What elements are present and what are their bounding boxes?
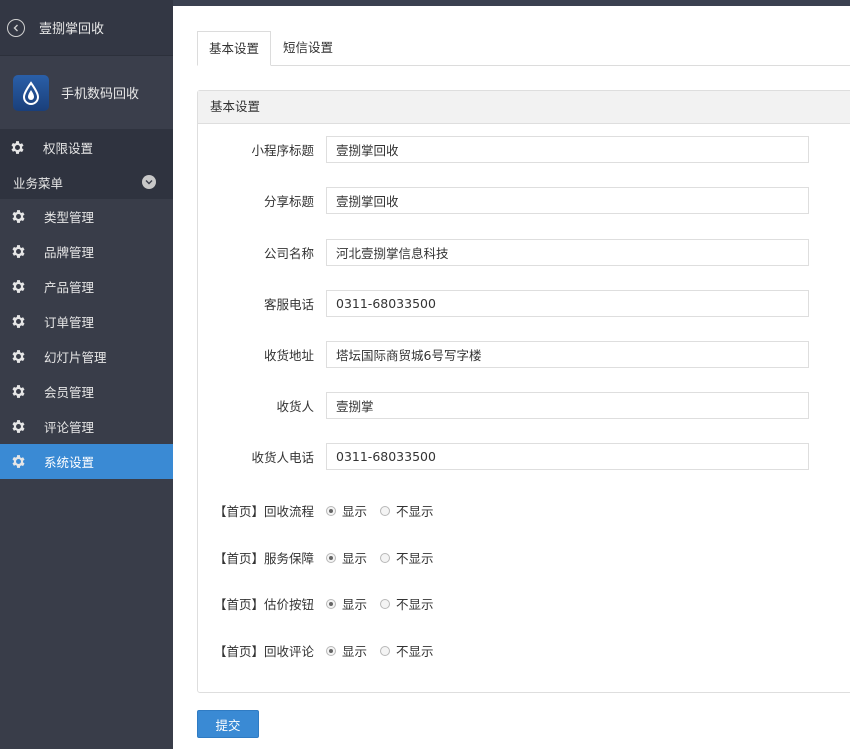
gear-icon — [12, 245, 25, 258]
radio-label: 不显示 — [396, 597, 434, 612]
radio-dot[interactable] — [326, 598, 336, 609]
tab-sms-settings[interactable]: 短信设置 — [271, 31, 345, 66]
toggle-label: 【首页】服务保障 — [213, 551, 314, 566]
radio-dot[interactable] — [380, 598, 391, 609]
sidebar-item-label: 评论管理 — [44, 420, 95, 435]
radio-show[interactable]: 显示 — [326, 501, 367, 520]
field-label: 收货人 — [276, 399, 314, 414]
settings-panel: 基本设置 小程序标题分享标题公司名称客服电话收货地址收货人收货人电话【首页】回收… — [197, 90, 850, 693]
main-content: 基本设置 短信设置 基本设置 小程序标题分享标题公司名称客服电话收货地址收货人收… — [173, 6, 850, 749]
gear-icon — [12, 350, 25, 363]
toggle-row: 【首页】回收流程 显示 不显示 — [198, 501, 447, 520]
sidebar-item[interactable]: 品牌管理 — [0, 234, 173, 269]
form-row: 收货人电话 — [198, 443, 809, 470]
sidebar-item-label: 幻灯片管理 — [44, 350, 107, 365]
sidebar-group-business[interactable]: 业务菜单 — [0, 165, 173, 199]
sidebar-item-label: 订单管理 — [44, 315, 95, 330]
text-field[interactable] — [326, 341, 809, 368]
text-field[interactable] — [326, 239, 809, 266]
sidebar-item[interactable]: 订单管理 — [0, 304, 173, 339]
submit-button[interactable]: 提交 — [197, 710, 259, 738]
radio-dot[interactable] — [380, 505, 391, 516]
radio-hide[interactable]: 不显示 — [380, 548, 434, 567]
tab-basic-settings[interactable]: 基本设置 — [197, 31, 271, 66]
radio-show[interactable]: 显示 — [326, 548, 367, 567]
back-title: 壹捌掌回收 — [39, 22, 105, 37]
text-field[interactable] — [326, 392, 809, 419]
sidebar-group-label: 业务菜单 — [13, 175, 64, 191]
text-field[interactable] — [326, 136, 809, 163]
sidebar-item-permissions[interactable]: 权限设置 — [0, 129, 173, 165]
form-row: 分享标题 — [198, 187, 809, 214]
field-label: 收货地址 — [263, 348, 314, 363]
sidebar: 壹捌掌回收 手机数码回收 权限设置 业务菜单 类型管理品牌管理产品管理订单管理幻… — [0, 0, 173, 749]
radio-label: 显示 — [342, 644, 368, 659]
back-header[interactable]: 壹捌掌回收 — [0, 0, 173, 56]
sidebar-item[interactable]: 类型管理 — [0, 199, 173, 234]
radio-hide[interactable]: 不显示 — [380, 501, 434, 520]
app-name: 手机数码回收 — [61, 87, 140, 102]
sidebar-item[interactable]: 幻灯片管理 — [0, 339, 173, 374]
toggle-row: 【首页】服务保障 显示 不显示 — [198, 548, 447, 567]
radio-label: 显示 — [342, 597, 368, 612]
field-label: 公司名称 — [263, 246, 314, 261]
sidebar-item[interactable]: 产品管理 — [0, 269, 173, 304]
panel-title: 基本设置 — [198, 91, 850, 124]
form-row: 收货地址 — [198, 341, 809, 368]
gear-icon — [12, 455, 25, 468]
sidebar-item[interactable]: 评论管理 — [0, 409, 173, 444]
radio-dot[interactable] — [326, 505, 336, 516]
chevron-down-icon[interactable] — [142, 175, 156, 189]
gear-icon — [12, 420, 25, 433]
radio-dot[interactable] — [380, 645, 391, 656]
form-row: 客服电话 — [198, 290, 809, 317]
field-label: 分享标题 — [263, 194, 314, 209]
gear-icon — [11, 140, 24, 154]
gear-icon — [12, 280, 25, 293]
toggle-row: 【首页】回收评论 显示 不显示 — [198, 641, 447, 660]
text-field[interactable] — [326, 443, 809, 470]
radio-label: 不显示 — [396, 551, 434, 566]
back-arrow-icon[interactable] — [7, 18, 25, 37]
toggle-label: 【首页】估价按钮 — [213, 597, 314, 612]
toggle-label: 【首页】回收评论 — [213, 644, 314, 659]
app-header: 手机数码回收 — [0, 56, 173, 129]
field-label: 小程序标题 — [251, 143, 314, 158]
radio-dot[interactable] — [326, 645, 336, 656]
app-logo-icon — [13, 74, 49, 111]
radio-dot[interactable] — [326, 552, 336, 563]
sidebar-item-label: 品牌管理 — [44, 245, 95, 260]
form-row: 公司名称 — [198, 239, 809, 266]
radio-show[interactable]: 显示 — [326, 594, 367, 613]
field-label: 客服电话 — [263, 297, 314, 312]
radio-show[interactable]: 显示 — [326, 641, 367, 660]
text-field[interactable] — [326, 290, 809, 317]
radio-label: 显示 — [342, 504, 368, 519]
radio-dot[interactable] — [380, 552, 391, 563]
radio-label: 显示 — [342, 551, 368, 566]
sidebar-item-label: 系统设置 — [44, 455, 95, 470]
sidebar-item[interactable]: 系统设置 — [0, 444, 173, 479]
text-field[interactable] — [326, 187, 809, 214]
sidebar-item-label: 权限设置 — [43, 140, 94, 156]
sidebar-item-label: 类型管理 — [44, 210, 95, 225]
radio-label: 不显示 — [396, 644, 434, 659]
toggle-row: 【首页】估价按钮 显示 不显示 — [198, 594, 447, 613]
form-row: 收货人 — [198, 392, 809, 419]
gear-icon — [12, 210, 25, 223]
gear-icon — [12, 315, 25, 328]
radio-label: 不显示 — [396, 504, 434, 519]
toggle-label: 【首页】回收流程 — [213, 504, 314, 519]
field-label: 收货人电话 — [251, 450, 314, 465]
sidebar-item[interactable]: 会员管理 — [0, 374, 173, 409]
radio-hide[interactable]: 不显示 — [380, 641, 434, 660]
sidebar-item-label: 会员管理 — [44, 385, 95, 400]
tab-bar: 基本设置 短信设置 — [197, 31, 850, 66]
form-row: 小程序标题 — [198, 136, 809, 163]
radio-hide[interactable]: 不显示 — [380, 594, 434, 613]
sidebar-item-label: 产品管理 — [44, 280, 95, 295]
gear-icon — [12, 385, 25, 398]
